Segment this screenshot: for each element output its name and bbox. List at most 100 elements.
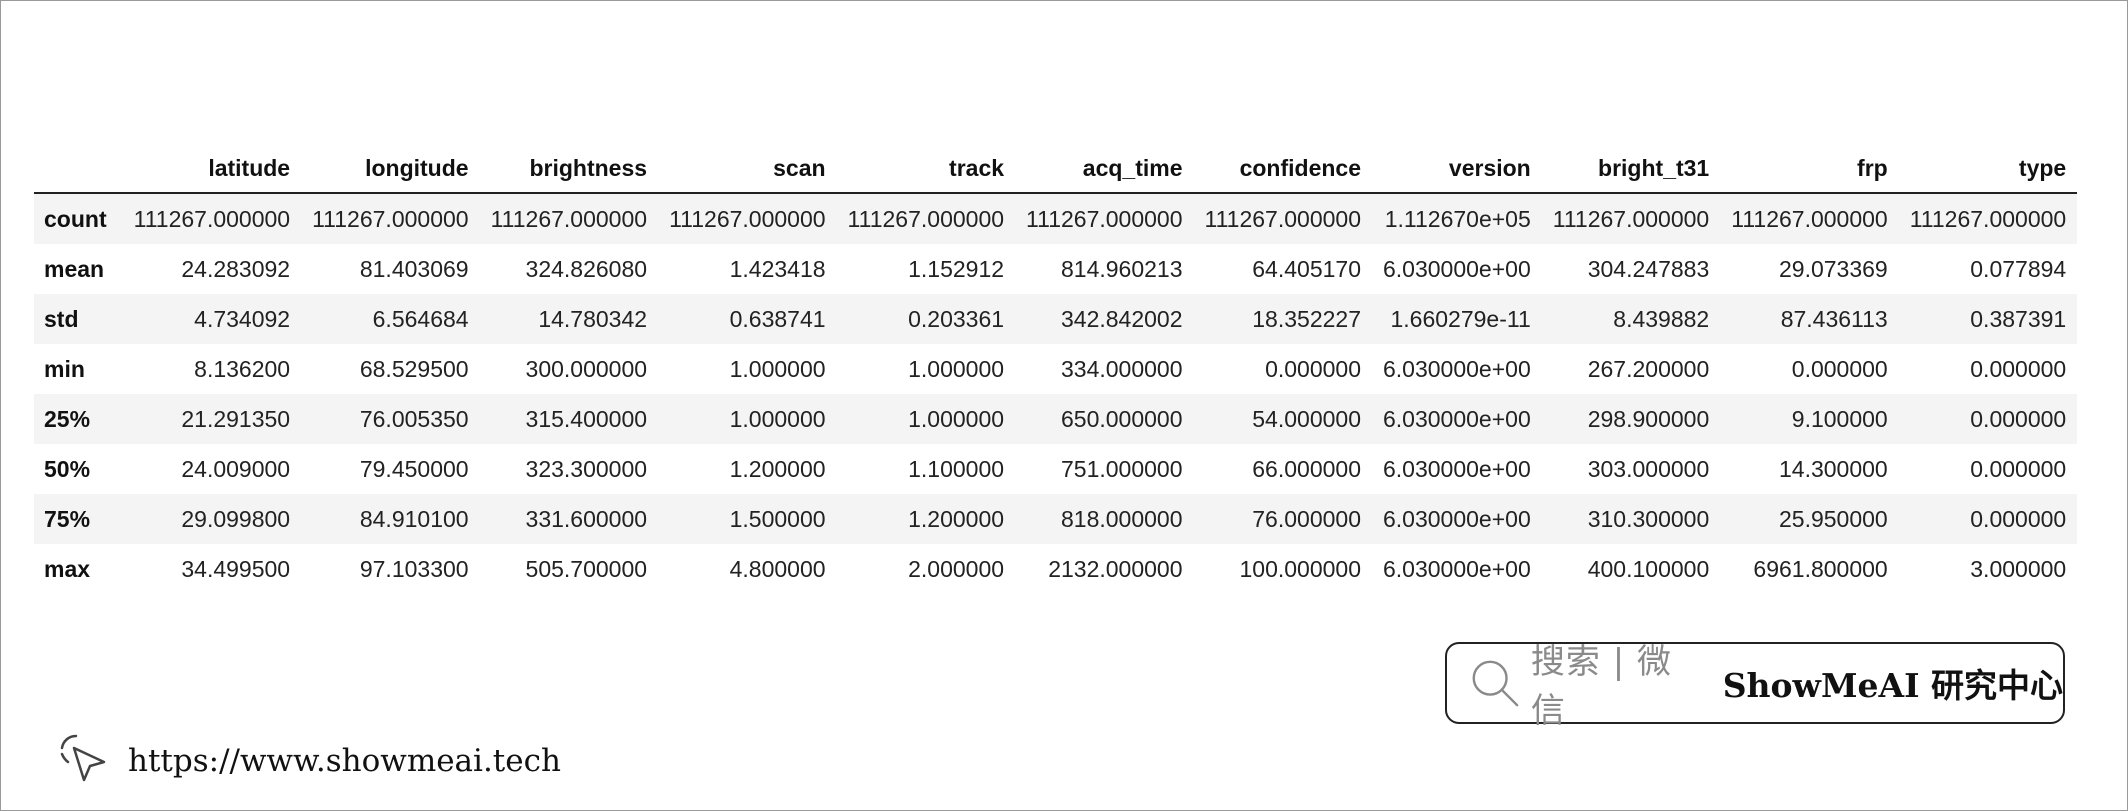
table-cell: 21.291350 (181, 405, 291, 432)
table-cell: 0.203361 (908, 305, 1005, 332)
table-cell: 68.529500 (359, 355, 469, 382)
table-cell: 111267.000000 (312, 205, 469, 232)
table-cell: 54.000000 (1252, 405, 1361, 432)
table-cell: 111267.000000 (1026, 205, 1183, 232)
table-cell: 315.400000 (525, 405, 648, 432)
table-cell: 64.405170 (1252, 255, 1361, 282)
table-row: 75% 29.099800 84.910100 331.600000 1.500000 1… (34, 494, 2078, 544)
table-cell: 87.436113 (1780, 305, 1888, 332)
table-cell: 66.000000 (1252, 455, 1361, 482)
column-header: track (836, 144, 1016, 194)
table-cell: 76.005350 (359, 405, 469, 432)
table-cell: 97.103300 (359, 555, 469, 582)
table-cell: 400.100000 (1587, 555, 1710, 582)
table-row: 50% 24.009000 79.450000 323.300000 1.200000 1… (34, 444, 2078, 494)
table-cell: 650.000000 (1061, 405, 1183, 432)
table-cell: 79.450000 (359, 455, 469, 482)
table-cell: 24.009000 (181, 455, 291, 482)
table-cell: 2132.000000 (1048, 555, 1183, 582)
table-cell: 1.200000 (908, 505, 1005, 532)
table-cell: 1.000000 (729, 405, 826, 432)
table-cell: 111267.000000 (490, 205, 648, 232)
column-header: longitude (301, 144, 480, 194)
table-cell: 1.152912 (908, 255, 1005, 282)
table-cell: 0.077894 (1970, 255, 2067, 282)
table-cell: 34.499500 (181, 555, 291, 582)
wechat-search-box: 搜索 | 微信 ShowMeAI 研究中心 (1445, 642, 2065, 731)
table-cell: 1.423418 (729, 255, 826, 282)
table-cell: 1.000000 (908, 355, 1005, 382)
table-cell: 1.200000 (729, 455, 826, 482)
row-label: 50% (44, 455, 91, 482)
table-row: std 4.734092 6.564684 14.780342 0.638741 0.20… (34, 294, 2078, 344)
search-icon (1472, 660, 1519, 707)
table-cell: 298.900000 (1587, 405, 1710, 432)
table-cell: 84.910100 (359, 505, 469, 532)
index-header (34, 144, 123, 194)
table-cell: 4.800000 (729, 555, 826, 582)
row-label: count (44, 205, 107, 232)
table-cell: 1.000000 (729, 355, 826, 382)
table-cell: 25.950000 (1778, 505, 1888, 532)
table-row: max 34.499500 97.103300 505.700000 4.800000 2… (34, 544, 2078, 594)
column-header: confidence (1193, 144, 1372, 194)
cursor-click-icon (60, 734, 106, 782)
row-label: 25% (44, 405, 91, 432)
table-cell: 0.000000 (1970, 505, 2067, 532)
table-cell: 8.439882 (1613, 305, 1710, 332)
table-cell: 1.000000 (908, 405, 1005, 432)
table-cell: 0.387391 (1970, 305, 2067, 332)
table-cell: 6.030000e+00 (1383, 405, 1531, 432)
table-cell: 0.000000 (1265, 355, 1361, 382)
footer-link[interactable]: https://www.showmeai.tech (56, 732, 561, 790)
table-row: min 8.136200 68.529500 300.000000 1.000000 1.… (34, 344, 2078, 394)
table-cell: 3.000000 (1970, 555, 2067, 582)
table-cell: 751.000000 (1061, 455, 1183, 482)
table-cell: 324.826080 (525, 255, 648, 282)
table-cell: 111267.000000 (133, 205, 291, 232)
table-cell: 0.638741 (729, 305, 826, 332)
column-header: latitude (122, 144, 302, 194)
table-cell: 14.780342 (538, 305, 648, 332)
table-cell: 111267.000000 (1204, 205, 1361, 232)
column-header: scan (658, 144, 837, 194)
table-cell: 310.300000 (1587, 505, 1710, 532)
row-label: min (44, 355, 85, 382)
table-cell: 76.000000 (1252, 505, 1361, 532)
table-body: count 111267.000000 111267.000000 111267.00… (34, 193, 2078, 594)
table-cell: 0.000000 (1970, 405, 2067, 432)
table-cell: 342.842002 (1061, 305, 1183, 332)
column-header: frp (1720, 144, 1899, 194)
table-cell: 814.960213 (1061, 255, 1183, 282)
column-header: type (1898, 144, 2078, 194)
table-cell: 0.000000 (1970, 355, 2067, 382)
table-cell: 1.660279e-11 (1390, 305, 1531, 332)
table-cell: 303.000000 (1587, 455, 1710, 482)
table-cell: 8.136200 (194, 355, 291, 382)
table-cell: 6.030000e+00 (1383, 555, 1531, 582)
row-label: mean (44, 255, 105, 282)
table-cell: 0.000000 (1791, 355, 1888, 382)
table-cell: 29.099800 (181, 505, 291, 532)
table-row: 25% 21.291350 76.005350 315.400000 1.000000 1… (34, 394, 2078, 444)
table-cell: 1.112670e+05 (1384, 205, 1531, 232)
table-cell: 111267.000000 (1731, 205, 1888, 232)
table-cell: 111267.000000 (669, 205, 826, 232)
table-cell: 6961.800000 (1753, 555, 1888, 582)
describe-stats-table: latitude longitude brightness scan track… (34, 144, 2078, 594)
table-cell: 111267.000000 (1909, 205, 2067, 232)
column-header: bright_t31 (1541, 144, 1721, 194)
website-url[interactable]: https://www.showmeai.tech (128, 743, 561, 779)
table-cell: 505.700000 (525, 555, 648, 582)
table-cell: 111267.000000 (1552, 205, 1710, 232)
table-cell: 6.030000e+00 (1383, 255, 1531, 282)
row-label: max (44, 555, 91, 582)
search-hint-text: 搜索 | 微信 (1530, 642, 1672, 731)
table-cell: 6.564684 (372, 305, 469, 332)
column-header: acq_time (1015, 144, 1194, 194)
column-header: brightness (479, 144, 659, 194)
table-cell: 1.500000 (729, 505, 826, 532)
table-cell: 100.000000 (1239, 555, 1361, 582)
table-row: count 111267.000000 111267.000000 111267.00… (34, 193, 2078, 244)
table-cell: 2.000000 (908, 555, 1005, 582)
